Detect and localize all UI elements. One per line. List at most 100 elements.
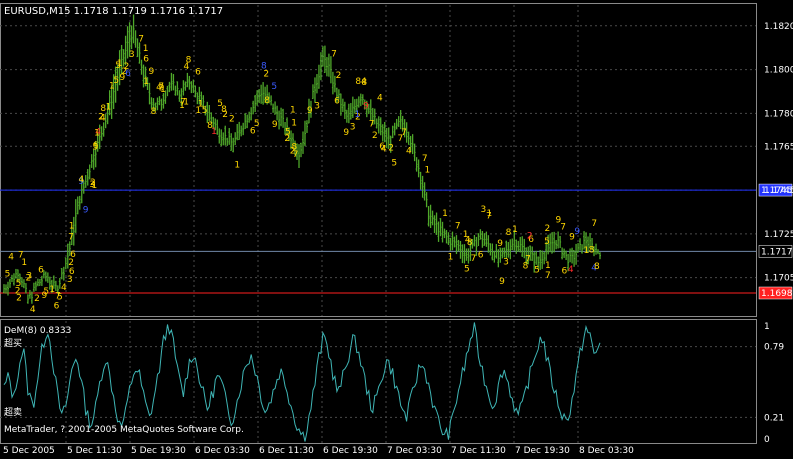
fractal-label: 8 bbox=[506, 228, 512, 238]
fractal-label: 7 bbox=[293, 150, 299, 160]
oversold-label: 超卖 bbox=[4, 406, 22, 418]
fractal-label: 9 bbox=[83, 205, 89, 215]
fractal-label: 2 bbox=[527, 231, 533, 241]
fractal-label: 8 bbox=[264, 96, 270, 106]
y-tick-label: 1.1780 bbox=[764, 109, 793, 119]
y-tick-label: 1.1820 bbox=[764, 22, 793, 32]
fractal-label: 7 bbox=[560, 223, 566, 233]
demarker-indicator bbox=[0, 322, 756, 442]
fractal-label: 3 bbox=[26, 271, 32, 281]
x-tick-label: 5 Dec 19:30 bbox=[131, 446, 186, 455]
fractal-label: 1 bbox=[545, 261, 551, 271]
copyright-text: MetaTrader, ? 2001-2005 MetaQuotes Softw… bbox=[4, 425, 244, 435]
fractal-label: 2 bbox=[545, 224, 551, 234]
fractal-label: 4 bbox=[568, 265, 574, 275]
x-tick-label: 8 Dec 03:30 bbox=[579, 446, 634, 455]
fractal-label: 5 bbox=[534, 265, 540, 275]
fractal-label: 7 bbox=[422, 154, 428, 164]
fractal-label: 7 bbox=[331, 49, 337, 59]
fractal-label: 2 bbox=[121, 67, 127, 77]
fractal-label: 7 bbox=[486, 211, 492, 221]
fractal-label: 1 bbox=[291, 118, 297, 128]
fractal-label: 6 bbox=[69, 267, 75, 277]
fractal-label: 1 bbox=[21, 258, 27, 268]
y-tick-label: 1.1800 bbox=[764, 66, 793, 76]
fractal-label: 2 bbox=[263, 69, 269, 79]
price-level-label: 1.1698 bbox=[761, 289, 793, 299]
dem-line bbox=[3, 322, 601, 442]
fractal-label: 9 bbox=[148, 67, 154, 77]
fractal-label: 5 bbox=[544, 237, 550, 247]
fractal-label: 4 bbox=[78, 175, 84, 185]
fractal-label: 5 bbox=[391, 158, 397, 168]
fractal-label: 9 bbox=[569, 233, 575, 243]
fractal-label: 1 bbox=[234, 161, 240, 171]
fractal-label: 1 bbox=[290, 106, 296, 116]
fractal-label: 9 bbox=[307, 106, 313, 116]
x-tick-label: 5 Dec 11:30 bbox=[67, 446, 122, 455]
fractal-label: 2 bbox=[388, 144, 394, 154]
chart-canvas[interactable]: 1.17451.17171.1698 53718364728252585 7169… bbox=[0, 0, 793, 456]
fractal-label: 5 bbox=[271, 82, 277, 92]
fractal-label: 1 bbox=[442, 209, 448, 219]
fractal-label: 2 bbox=[98, 112, 104, 122]
y-tick-label: 1.1705 bbox=[764, 274, 793, 284]
fractal-label: 2 bbox=[336, 71, 342, 81]
y-tick-label: 1.1745 bbox=[764, 186, 793, 196]
fractal-label: 7 bbox=[455, 221, 461, 231]
price-level-label: 1.1717 bbox=[761, 247, 793, 257]
fractal-label: 1 bbox=[463, 230, 469, 240]
fractal-label: 4 bbox=[61, 283, 67, 293]
fractal-label: 4 bbox=[377, 93, 383, 103]
fractal-label: 2 bbox=[34, 294, 40, 304]
fractal-label: 8 bbox=[207, 121, 213, 131]
fractal-label: 1 bbox=[94, 128, 100, 138]
overbought-label: 超买 bbox=[4, 337, 22, 349]
fractal-label: 4 bbox=[381, 145, 387, 155]
fractal-label: 7 bbox=[401, 128, 407, 138]
fractal-label: 4 bbox=[406, 146, 412, 156]
price-levels: 1.1745 1.1717 1.1698 bbox=[0, 183, 793, 300]
fractal-label: 6 bbox=[562, 267, 568, 277]
fractal-label: 5 bbox=[113, 76, 119, 86]
x-tick-label: 6 Dec 19:30 bbox=[323, 446, 378, 455]
fractal-label: 5 bbox=[93, 142, 99, 152]
main-frame bbox=[0, 3, 757, 317]
fractal-label: 9 bbox=[363, 102, 369, 112]
fractal-label: 6 bbox=[38, 266, 44, 276]
x-tick-label: 7 Dec 03:30 bbox=[387, 446, 442, 455]
fractal-label: 9 bbox=[272, 120, 278, 130]
fractal-label: 1 bbox=[143, 44, 149, 54]
fractal-label: 4 bbox=[184, 62, 190, 72]
dem-tick-label: 0.79 bbox=[764, 343, 784, 353]
x-tick-label: 5 Dec 2005 bbox=[3, 446, 55, 455]
fractal-label: 1 bbox=[425, 165, 431, 175]
grid bbox=[0, 3, 757, 444]
fractal-label: 3 bbox=[314, 101, 320, 111]
fractal-label: 7 bbox=[369, 119, 375, 129]
fractal-label: 2 bbox=[372, 131, 378, 141]
fractal-label: 7 bbox=[138, 34, 144, 44]
fractal-label: 8 bbox=[589, 245, 595, 255]
y-tick-label: 1.1725 bbox=[764, 230, 793, 240]
fractal-label: 1 bbox=[143, 77, 149, 87]
dem-tick-label: 0.21 bbox=[764, 413, 784, 423]
fractal-label: 2 bbox=[15, 287, 21, 297]
chart-window[interactable]: 1.1745 1.1717 1.1698 537183647282525857169… bbox=[0, 0, 793, 456]
price-bars bbox=[3, 14, 601, 304]
fractal-label: 6 bbox=[143, 54, 149, 64]
fractal-label: 9 bbox=[343, 128, 349, 138]
x-tick-label: 7 Dec 19:30 bbox=[515, 446, 570, 455]
fractal-label: 1 bbox=[69, 221, 75, 231]
fractal-label: 8 bbox=[594, 262, 600, 272]
fractal-label: 4 bbox=[30, 305, 36, 315]
fractal-label: 1 bbox=[448, 253, 454, 263]
fractal-label: 9 bbox=[41, 291, 47, 301]
indicator-label: DeM(8) 0.8333 bbox=[4, 326, 71, 336]
x-tick-label: 7 Dec 11:30 bbox=[451, 446, 506, 455]
fractal-label: 4 bbox=[8, 252, 14, 262]
fractal-label: 1 bbox=[91, 181, 97, 191]
dem-tick-label: 0 bbox=[764, 435, 770, 445]
fractal-label: 1 bbox=[179, 101, 185, 111]
fractal-label: 7 bbox=[545, 271, 551, 281]
